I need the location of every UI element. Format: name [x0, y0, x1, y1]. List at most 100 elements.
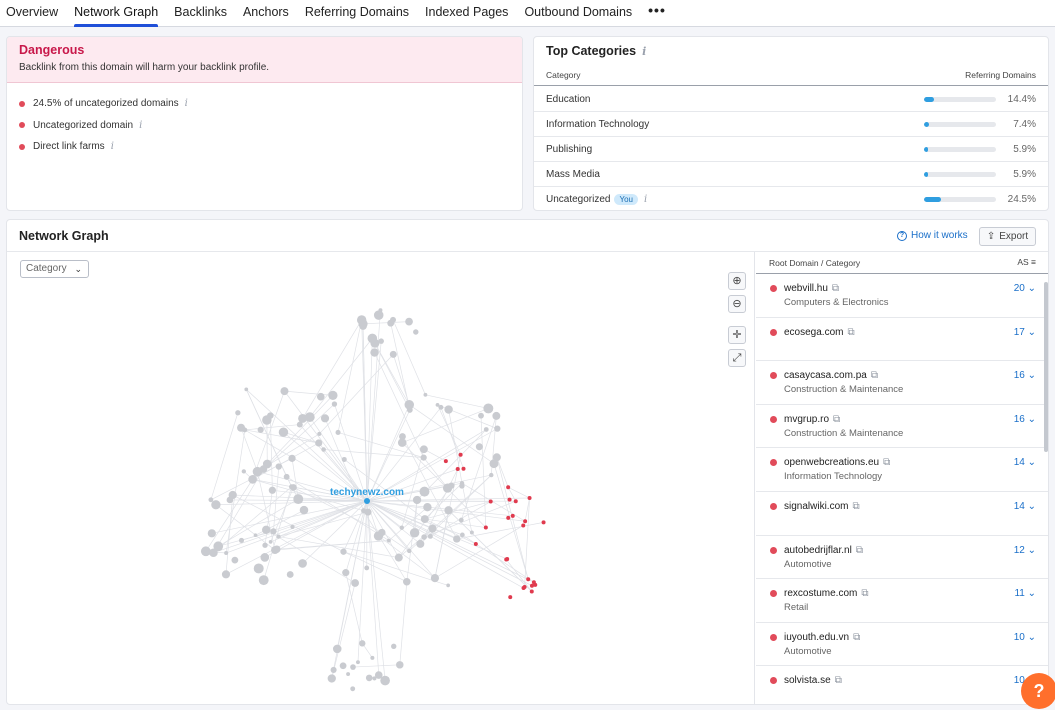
domain-node[interactable] — [273, 545, 281, 553]
center-domain-node[interactable] — [364, 498, 370, 504]
risky-domain-node[interactable] — [483, 525, 488, 530]
domain-row[interactable]: autobedrijflar.nl ⧉ Automotive 12 ⌄ — [756, 536, 1048, 580]
export-button[interactable]: ⇪ Export — [979, 227, 1036, 246]
authority-score-dropdown[interactable]: 14 ⌄ — [1014, 501, 1036, 512]
domain-link[interactable]: mvgrup.ro — [784, 414, 829, 425]
domain-node[interactable] — [231, 556, 239, 564]
domain-node[interactable] — [428, 524, 437, 533]
domain-node[interactable] — [370, 655, 375, 660]
domain-node[interactable] — [365, 674, 373, 682]
domain-node[interactable] — [262, 415, 272, 425]
domain-node[interactable] — [370, 348, 379, 357]
domain-node[interactable] — [299, 505, 309, 515]
domain-node[interactable] — [208, 497, 214, 503]
domain-node[interactable] — [213, 541, 224, 552]
authority-score-dropdown[interactable]: 17 ⌄ — [1014, 327, 1036, 338]
external-link-icon[interactable]: ⧉ — [871, 370, 878, 381]
domain-node[interactable] — [420, 454, 427, 461]
risky-domain-node[interactable] — [526, 577, 531, 582]
domain-row[interactable]: solvista.se⧉10 ⌄ — [756, 666, 1048, 704]
info-icon[interactable]: i — [644, 194, 647, 205]
domain-node[interactable] — [416, 539, 425, 548]
domain-row[interactable]: openwebcreations.eu ⧉ Information Technolo… — [756, 448, 1048, 492]
domain-link[interactable]: iuyouth.edu.vn — [784, 632, 849, 643]
domain-node[interactable] — [331, 401, 338, 407]
tab-backlinks[interactable]: Backlinks — [174, 0, 227, 26]
domain-node[interactable] — [389, 350, 397, 358]
tab-overview[interactable]: Overview — [6, 0, 58, 26]
risky-domain-node[interactable] — [473, 541, 478, 546]
domain-node[interactable] — [403, 577, 411, 586]
info-icon[interactable]: i — [642, 45, 646, 58]
domain-node[interactable] — [330, 666, 337, 674]
domain-node[interactable] — [419, 445, 428, 454]
domain-node[interactable] — [483, 403, 494, 414]
domain-node[interactable] — [423, 392, 428, 397]
more-tabs-icon[interactable]: ••• — [648, 0, 666, 26]
domain-node[interactable] — [290, 524, 295, 530]
col-as-sort[interactable]: AS ≡ — [1017, 257, 1036, 267]
domain-node[interactable] — [350, 686, 356, 692]
domain-node[interactable] — [276, 534, 281, 539]
authority-score-dropdown[interactable]: 16 ⌄ — [1014, 414, 1036, 425]
info-icon[interactable]: i — [111, 141, 114, 152]
domain-node[interactable] — [328, 390, 338, 401]
category-select[interactable]: Category ⌄ — [20, 260, 89, 278]
domain-node[interactable] — [475, 443, 483, 451]
domain-row[interactable]: iuyouth.edu.vn ⧉ Automotive 10 ⌄ — [756, 623, 1048, 667]
domain-node[interactable] — [446, 583, 450, 588]
external-link-icon[interactable]: ⧉ — [833, 414, 840, 425]
domain-row[interactable]: mvgrup.ro ⧉ Construction & Maintenance 16 ⌄ — [756, 405, 1048, 449]
domain-node[interactable] — [378, 528, 386, 537]
domain-node[interactable] — [235, 410, 241, 416]
domain-node[interactable] — [355, 660, 360, 665]
domain-node[interactable] — [386, 538, 391, 543]
domain-node[interactable] — [372, 676, 377, 681]
authority-score-dropdown[interactable]: 16 ⌄ — [1014, 370, 1036, 381]
domain-row[interactable]: ecosega.com ⧉ 17 ⌄ — [756, 318, 1048, 362]
domain-link[interactable]: openwebcreations.eu — [784, 457, 879, 468]
domain-node[interactable] — [207, 529, 216, 538]
risky-domain-node[interactable] — [510, 513, 515, 518]
domain-node[interactable] — [258, 575, 269, 586]
risky-domain-node[interactable] — [504, 557, 509, 562]
info-icon[interactable]: i — [185, 98, 188, 109]
domain-node[interactable] — [399, 433, 406, 440]
risky-domain-node[interactable] — [527, 495, 532, 500]
domain-node[interactable] — [364, 565, 370, 571]
risky-domain-node[interactable] — [513, 499, 518, 504]
external-link-icon[interactable]: ⧉ — [861, 588, 868, 599]
tab-indexed-pages[interactable]: Indexed Pages — [425, 0, 508, 26]
domain-node[interactable] — [438, 404, 444, 410]
authority-score-dropdown[interactable]: 11 ⌄ — [1014, 588, 1036, 599]
domain-node[interactable] — [448, 482, 455, 489]
domain-node[interactable] — [423, 502, 432, 512]
domain-node[interactable] — [459, 483, 465, 489]
domain-node[interactable] — [317, 431, 322, 436]
domain-node[interactable] — [200, 546, 211, 557]
domain-node[interactable] — [304, 412, 315, 422]
domain-node[interactable] — [268, 486, 276, 494]
risky-domain-node[interactable] — [507, 497, 512, 502]
domain-node[interactable] — [244, 387, 249, 392]
domain-node[interactable] — [253, 533, 258, 538]
authority-score-dropdown[interactable]: 20 ⌄ — [1014, 283, 1036, 294]
domain-node[interactable] — [458, 517, 464, 523]
risky-domain-node[interactable] — [508, 595, 513, 600]
domain-node[interactable] — [350, 664, 356, 670]
domain-node[interactable] — [316, 392, 325, 401]
risky-domain-node[interactable] — [523, 519, 528, 524]
domain-node[interactable] — [293, 494, 304, 505]
domain-node[interactable] — [224, 551, 229, 556]
domain-node[interactable] — [489, 459, 499, 469]
domain-node[interactable] — [241, 469, 247, 474]
risky-domain-node[interactable] — [506, 485, 511, 490]
domain-node[interactable] — [332, 644, 342, 654]
domain-link[interactable]: webvill.hu — [784, 283, 828, 294]
domain-link[interactable]: casaycasa.com.pa — [784, 370, 867, 381]
zoom-out-button[interactable]: ⊖ — [728, 295, 746, 313]
risky-domain-node[interactable] — [443, 459, 448, 464]
domain-node[interactable] — [358, 319, 368, 329]
external-link-icon[interactable]: ⧉ — [883, 457, 890, 468]
domain-node[interactable] — [412, 495, 422, 505]
